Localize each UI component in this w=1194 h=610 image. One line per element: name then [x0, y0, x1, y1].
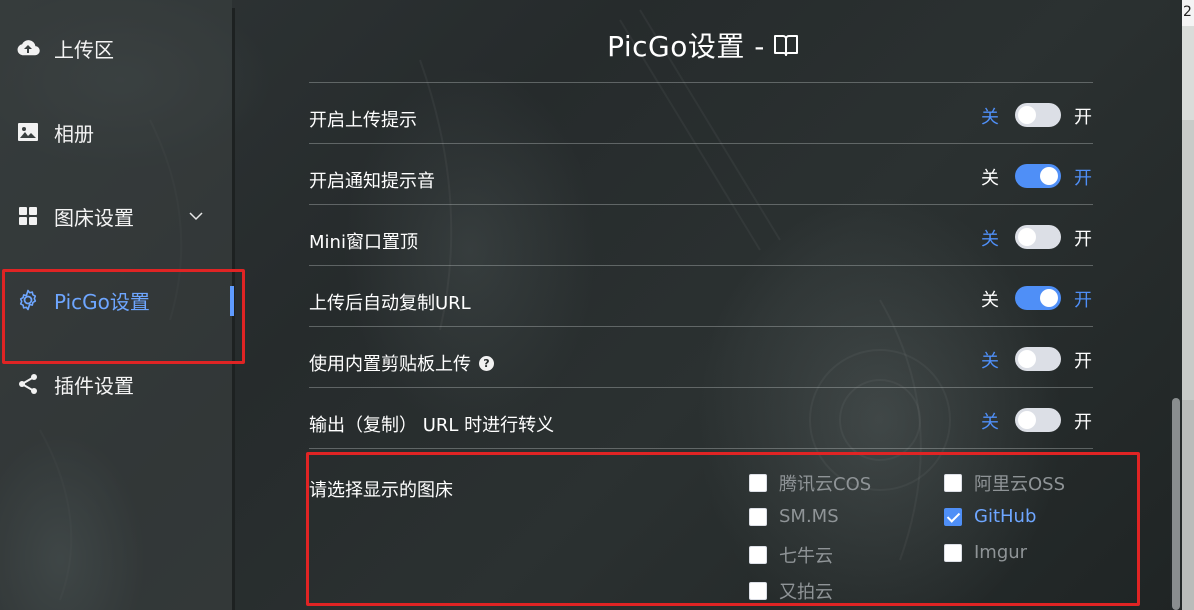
switch-knob [1018, 411, 1036, 429]
grid-icon [19, 207, 37, 225]
setting-label: 上传后自动复制URL [309, 293, 471, 314]
page-title-text: PicGo设置 - [607, 30, 765, 63]
switch-knob [1040, 167, 1058, 185]
highlight-box-nav [2, 269, 245, 364]
setting-row-upload-notice: 开启上传提示 关 开 [309, 82, 1093, 143]
book-icon[interactable] [773, 32, 799, 58]
sidebar-item-label: 插件设置 [54, 373, 134, 398]
adjacent-window-text: 2 [1183, 4, 1192, 20]
chevron-down-icon[interactable] [188, 208, 204, 224]
sidebar-item-album[interactable]: 相册 [0, 102, 232, 162]
setting-label: 使用内置剪贴板上传 ? [309, 350, 494, 376]
help-icon[interactable]: ? [479, 355, 494, 371]
switch-knob [1018, 350, 1036, 368]
switch-knob [1018, 106, 1036, 124]
setting-label: Mini窗口置顶 [309, 232, 418, 253]
setting-row-auto-copy: 上传后自动复制URL 关 开 [309, 265, 1093, 326]
switch-on-label: 开 [1074, 412, 1092, 433]
adjacent-window-edge [1182, 0, 1194, 610]
switch-off-label: 关 [981, 229, 999, 250]
switch-on-label: 开 [1074, 168, 1092, 189]
mini-window-top-switch[interactable] [1015, 225, 1061, 249]
notify-sound-switch[interactable] [1015, 164, 1061, 188]
page-title: PicGo设置 - [0, 25, 1170, 65]
scrollbar-thumb[interactable] [1172, 398, 1180, 610]
auto-copy-url-switch[interactable] [1015, 286, 1061, 310]
share-icon [19, 374, 37, 394]
setting-row-url-escape: 输出（复制） URL 时进行转义 关 开 [309, 387, 1093, 448]
switch-on-label: 开 [1074, 290, 1092, 311]
setting-label-text: 使用内置剪贴板上传 [309, 354, 471, 375]
setting-row-builtin-clipboard: 使用内置剪贴板上传 ? 关 开 [309, 326, 1093, 387]
sidebar-item-label: 图床设置 [54, 205, 134, 230]
builtin-clipboard-switch[interactable] [1015, 347, 1061, 371]
sidebar-item-label: 相册 [54, 121, 94, 146]
switch-off-label: 关 [981, 412, 999, 433]
switch-on-label: 开 [1074, 229, 1092, 250]
setting-label: 开启上传提示 [309, 110, 417, 131]
switch-knob [1018, 228, 1036, 246]
highlight-box-picbed [306, 452, 1140, 606]
sidebar-item-picbed-settings[interactable]: 图床设置 [0, 186, 232, 246]
setting-row-notify-sound: 开启通知提示音 关 开 [309, 143, 1093, 204]
image-icon [18, 123, 38, 141]
switch-off-label: 关 [981, 107, 999, 128]
switch-on-label: 开 [1074, 351, 1092, 372]
setting-label: 输出（复制） URL 时进行转义 [309, 415, 555, 436]
upload-notice-switch[interactable] [1015, 103, 1061, 127]
switch-off-label: 关 [981, 290, 999, 311]
setting-label: 开启通知提示音 [309, 171, 435, 192]
switch-off-label: 关 [981, 351, 999, 372]
switch-on-label: 开 [1074, 107, 1092, 128]
url-escape-switch[interactable] [1015, 408, 1061, 432]
setting-row-mini-top: Mini窗口置顶 关 开 [309, 204, 1093, 265]
switch-off-label: 关 [981, 168, 999, 189]
switch-knob [1040, 289, 1058, 307]
